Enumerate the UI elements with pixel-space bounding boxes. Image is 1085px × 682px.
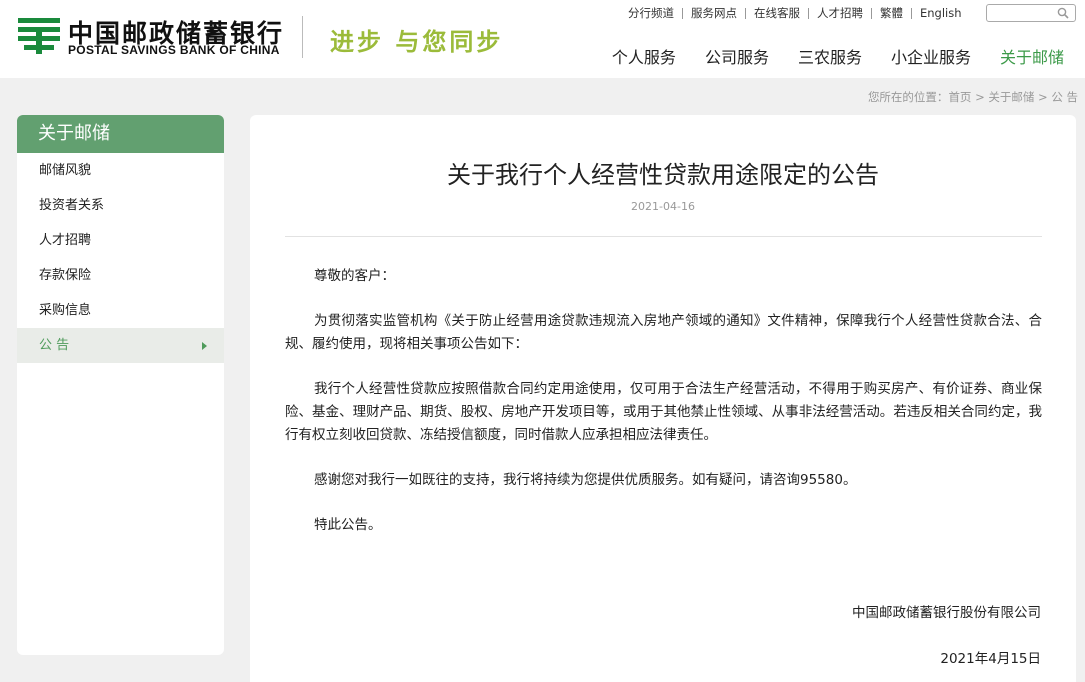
breadcrumb: 您所在的位置：首页 > 关于邮储 > 公 告 — [868, 89, 1078, 105]
search-input[interactable] — [991, 9, 1057, 25]
sidebar-item-label: 采购信息 — [39, 303, 92, 318]
article-paragraph: 特此公告。 — [314, 517, 382, 533]
sidebar-item-label: 公 告 — [39, 338, 70, 353]
nav-personal[interactable]: 个人服务 — [612, 44, 676, 68]
util-link-outlets[interactable]: 服务网点 — [691, 5, 737, 21]
util-link-branch[interactable]: 分行频道 — [628, 5, 674, 21]
search-box — [986, 4, 1076, 25]
breadcrumb-separator: > — [971, 90, 989, 104]
logo-name-en: POSTAL SAVINGS BANK OF CHINA — [68, 43, 280, 57]
divider — [285, 236, 1042, 237]
breadcrumb-separator: > — [1034, 90, 1052, 104]
divider — [911, 7, 912, 19]
breadcrumb-current: 公 告 — [1051, 90, 1078, 104]
divider — [682, 7, 683, 19]
sidebar: 关于邮储 邮储风貌 投资者关系 人才招聘 存款保险 采购信息 公 告 — [17, 115, 224, 655]
util-link-english[interactable]: English — [920, 6, 962, 20]
article-title: 关于我行个人经营性贷款用途限定的公告 — [447, 161, 879, 189]
divider — [871, 7, 872, 19]
article-sign-date: 2021年4月15日 — [940, 651, 1041, 667]
breadcrumb-about[interactable]: 关于邮储 — [988, 90, 1034, 104]
nav-rural[interactable]: 三农服务 — [798, 44, 862, 68]
arrow-right-icon — [202, 342, 207, 350]
breadcrumb-prefix: 您所在的位置： — [867, 90, 949, 104]
logo-divider — [302, 16, 303, 58]
sidebar-item-careers[interactable]: 人才招聘 — [17, 223, 224, 258]
nav-corporate[interactable]: 公司服务 — [705, 44, 769, 68]
sidebar-item-overview[interactable]: 邮储风貌 — [17, 153, 224, 188]
article-body: 尊敬的客户： 为贯彻落实监管机构《关于防止经营用途贷款违规流入房地产领域的通知》… — [285, 265, 1042, 559]
util-link-careers[interactable]: 人才招聘 — [817, 5, 863, 21]
divider — [808, 7, 809, 19]
article-greeting: 尊敬的客户： — [314, 268, 395, 284]
article-paragraph: 感谢您对我行一如既往的支持，我行将持续为您提供优质服务。如有疑问，请咨询9558… — [314, 472, 857, 488]
divider — [745, 7, 746, 19]
util-link-traditional[interactable]: 繁體 — [880, 5, 903, 21]
search-icon[interactable] — [1057, 7, 1069, 19]
sidebar-item-procurement[interactable]: 采购信息 — [17, 293, 224, 328]
site-header: 中国邮政储蓄银行 POSTAL SAVINGS BANK OF CHINA 进步… — [0, 0, 1085, 78]
article-panel: 关于我行个人经营性贷款用途限定的公告 2021-04-16 尊敬的客户： 为贯彻… — [250, 115, 1076, 682]
sidebar-item-label: 投资者关系 — [39, 198, 105, 213]
sidebar-item-label: 人才招聘 — [39, 233, 92, 248]
article-date: 2021-04-16 — [631, 200, 695, 213]
slogan: 进步 与您同步 — [330, 28, 504, 56]
article-paragraph: 为贯彻落实监管机构《关于防止经营用途贷款违规流入房地产领域的通知》文件精神，保障… — [285, 313, 1042, 352]
article-signer: 中国邮政储蓄银行股份有限公司 — [852, 605, 1041, 621]
nav-small-business[interactable]: 小企业服务 — [891, 44, 971, 68]
sidebar-title: 关于邮储 — [17, 115, 224, 153]
sidebar-item-deposit-insurance[interactable]: 存款保险 — [17, 258, 224, 293]
sidebar-item-announcements[interactable]: 公 告 — [17, 328, 224, 363]
main-nav: 个人服务 公司服务 三农服务 小企业服务 关于邮储 — [583, 44, 1064, 68]
util-link-online-service[interactable]: 在线客服 — [754, 5, 800, 21]
breadcrumb-home[interactable]: 首页 — [948, 90, 971, 104]
psbc-logo-icon[interactable] — [16, 16, 62, 56]
sidebar-item-label: 存款保险 — [39, 268, 92, 283]
nav-about[interactable]: 关于邮储 — [1000, 44, 1064, 68]
article-paragraph: 我行个人经营性贷款应按照借款合同约定用途使用，仅可用于合法生产经营活动，不得用于… — [285, 381, 1042, 443]
sidebar-item-label: 邮储风貌 — [39, 163, 92, 178]
utility-links: 分行频道 服务网点 在线客服 人才招聘 繁體 English — [628, 5, 962, 21]
sidebar-item-investor-relations[interactable]: 投资者关系 — [17, 188, 224, 223]
